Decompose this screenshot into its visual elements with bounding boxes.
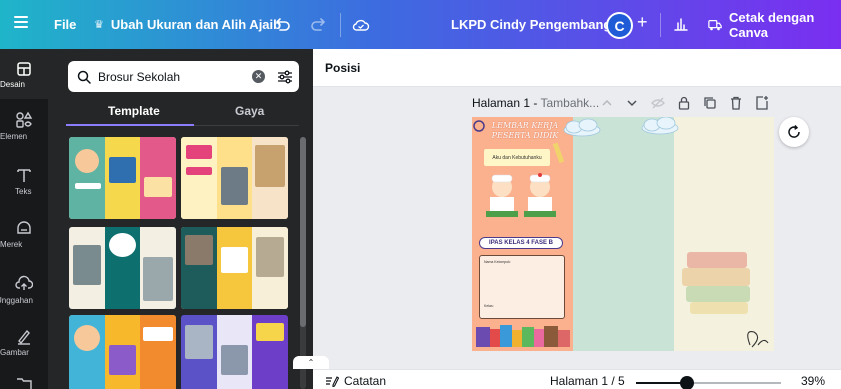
rail-item-uploads[interactable]: Unggahan xyxy=(0,275,48,305)
rail-label: Unggahan xyxy=(0,296,33,305)
resize-label: Ubah Ukuran dan Alih Ajaib xyxy=(110,17,282,32)
panel-scrollbar-thumb[interactable] xyxy=(300,137,306,327)
template-thumbnail[interactable] xyxy=(69,137,176,219)
tab-template[interactable]: Template xyxy=(108,104,160,118)
redo-icon[interactable] xyxy=(310,16,328,34)
folder-icon xyxy=(17,378,32,389)
brand-icon xyxy=(17,221,31,234)
refresh-button[interactable] xyxy=(779,117,809,147)
layout-icon xyxy=(17,62,31,76)
active-tab-indicator xyxy=(66,124,194,126)
rail-label: Desain xyxy=(0,80,25,89)
delete-icon[interactable] xyxy=(728,95,744,111)
template-panel: ✕ Template Gaya xyxy=(48,49,313,389)
clear-search-icon[interactable]: ✕ xyxy=(252,70,265,83)
design-subtitle[interactable]: Aku dan Kebutuhanku xyxy=(484,149,550,166)
rail-item-text[interactable]: Teks xyxy=(0,166,48,196)
rail-label: Merek xyxy=(0,240,23,249)
page-header: Halaman 1 - Tambahk... xyxy=(472,96,599,110)
rail-label: Gambar xyxy=(0,348,29,357)
search-box[interactable]: ✕ xyxy=(68,61,299,92)
rail-item-brand[interactable]: Merek xyxy=(0,219,48,249)
chevron-up-icon[interactable] xyxy=(599,95,615,111)
hide-icon[interactable] xyxy=(650,95,666,111)
insights-icon[interactable] xyxy=(672,15,690,33)
avatar[interactable]: C xyxy=(606,12,633,39)
crown-icon: ♛ xyxy=(94,19,104,31)
position-button[interactable]: Posisi xyxy=(325,61,360,75)
rail-item-more[interactable] xyxy=(0,377,48,389)
text-icon xyxy=(17,169,31,182)
undo-icon[interactable] xyxy=(273,16,291,34)
elements-icon xyxy=(16,111,33,128)
page-count-button[interactable]: Halaman 1 / 5 xyxy=(550,374,625,388)
design-title[interactable]: LEMBAR KERJA PESERTA DIDIK xyxy=(482,121,568,141)
cloud-saved-icon[interactable] xyxy=(351,15,371,35)
notes-button[interactable]: Catatan xyxy=(325,374,386,388)
upload-icon xyxy=(15,275,33,290)
design-info-box[interactable]: Nama Kelompok: Kelas: xyxy=(479,255,565,319)
file-menu-button[interactable]: File xyxy=(54,0,76,49)
rail-item-elements[interactable]: Elemen xyxy=(0,111,48,141)
design-page[interactable]: LEMBAR KERJA PESERTA DIDIK Aku dan Kebut… xyxy=(472,117,774,351)
design-box-line: Nama Kelompok: xyxy=(484,260,511,264)
zoom-level[interactable]: 39% xyxy=(801,374,825,388)
rail-label: Elemen xyxy=(0,132,28,141)
show-pages-button[interactable]: ⌃ xyxy=(293,356,329,369)
template-thumbnail[interactable] xyxy=(69,227,176,309)
notes-label: Catatan xyxy=(344,374,387,388)
template-thumbnail[interactable] xyxy=(181,227,288,309)
bottom-bar: Catatan Halaman 1 / 5 39% xyxy=(313,369,841,389)
search-input[interactable] xyxy=(98,69,248,84)
zoom-slider-knob[interactable] xyxy=(679,376,694,389)
design-badge[interactable]: IPAS KELAS 4 FASE B xyxy=(479,237,563,249)
notes-icon xyxy=(326,376,339,387)
lock-icon[interactable] xyxy=(676,95,692,111)
add-page-icon[interactable] xyxy=(754,95,770,111)
side-rail: Desain Elemen Teks Merek Unggahan Gambar xyxy=(0,49,48,389)
canvas-area: Halaman 1 - Tambahk... LEMBAR KERJA PESE… xyxy=(313,87,841,369)
add-collaborator-icon[interactable]: + xyxy=(637,12,648,33)
page-label: Halaman 1 - xyxy=(472,96,541,110)
project-title[interactable]: LKPD Cindy Pengembangan xyxy=(451,0,627,49)
menu-icon[interactable] xyxy=(14,16,28,30)
design-box-line: Kelas: xyxy=(484,304,494,308)
context-toolbar: Posisi xyxy=(313,49,841,87)
toolbar-divider xyxy=(340,13,341,37)
duplicate-icon[interactable] xyxy=(702,95,718,111)
toolbar-divider xyxy=(660,13,661,37)
print-label: Cetak dengan Canva xyxy=(729,9,815,40)
filter-icon[interactable] xyxy=(277,70,293,84)
template-thumbnail[interactable] xyxy=(181,137,288,219)
search-icon xyxy=(77,70,91,84)
rail-item-draw[interactable]: Gambar xyxy=(0,327,48,357)
template-thumbnail[interactable] xyxy=(181,315,288,389)
rotate-icon xyxy=(788,124,800,138)
template-thumbnail[interactable] xyxy=(69,315,176,389)
tab-styles[interactable]: Gaya xyxy=(235,104,264,118)
print-with-canva-button[interactable]: Cetak dengan Canva xyxy=(708,0,841,49)
rail-label: Teks xyxy=(15,187,32,196)
top-bar: File ♛ Ubah Ukuran dan Alih Ajaib LKPD C… xyxy=(0,0,841,49)
tab-divider xyxy=(194,125,299,126)
truck-icon xyxy=(708,19,722,30)
page-title-input[interactable]: Tambahk... xyxy=(540,96,599,110)
resize-button[interactable]: ♛ Ubah Ukuran dan Alih Ajaib xyxy=(94,0,281,49)
draw-icon xyxy=(18,329,30,345)
chevron-down-icon[interactable] xyxy=(624,95,640,111)
rail-item-design[interactable]: Desain xyxy=(0,49,48,99)
